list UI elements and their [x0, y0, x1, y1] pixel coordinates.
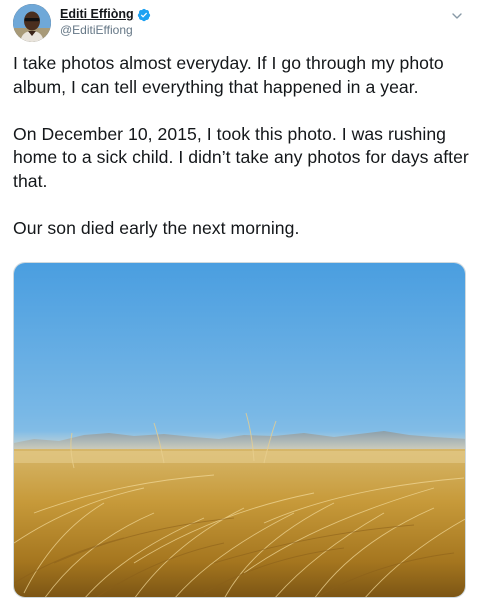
handle[interactable]: @EditiEffiong — [60, 24, 151, 36]
landscape-photo-icon — [14, 263, 465, 597]
chevron-down-icon[interactable] — [451, 9, 463, 21]
avatar[interactable] — [13, 4, 51, 42]
tweet-text: I take photos almost everyday. If I go t… — [13, 52, 471, 240]
name-row: Editi Effiòng — [60, 6, 151, 23]
tweet-photo[interactable] — [13, 262, 466, 598]
tweet-paragraph: Our son died early the next morning. — [13, 217, 300, 238]
tweet-paragraph: On December 10, 2015, I took this photo.… — [13, 123, 469, 191]
avatar-image — [13, 4, 51, 42]
tweet-paragraph: I take photos almost everyday. If I go t… — [13, 53, 444, 97]
author-info: Editi Effiòng @EditiEffiong — [60, 6, 151, 36]
tweet: Editi Effiòng @EditiEffiong I take photo… — [0, 0, 477, 602]
display-name[interactable]: Editi Effiòng — [60, 8, 134, 21]
verified-badge-icon — [137, 8, 151, 22]
